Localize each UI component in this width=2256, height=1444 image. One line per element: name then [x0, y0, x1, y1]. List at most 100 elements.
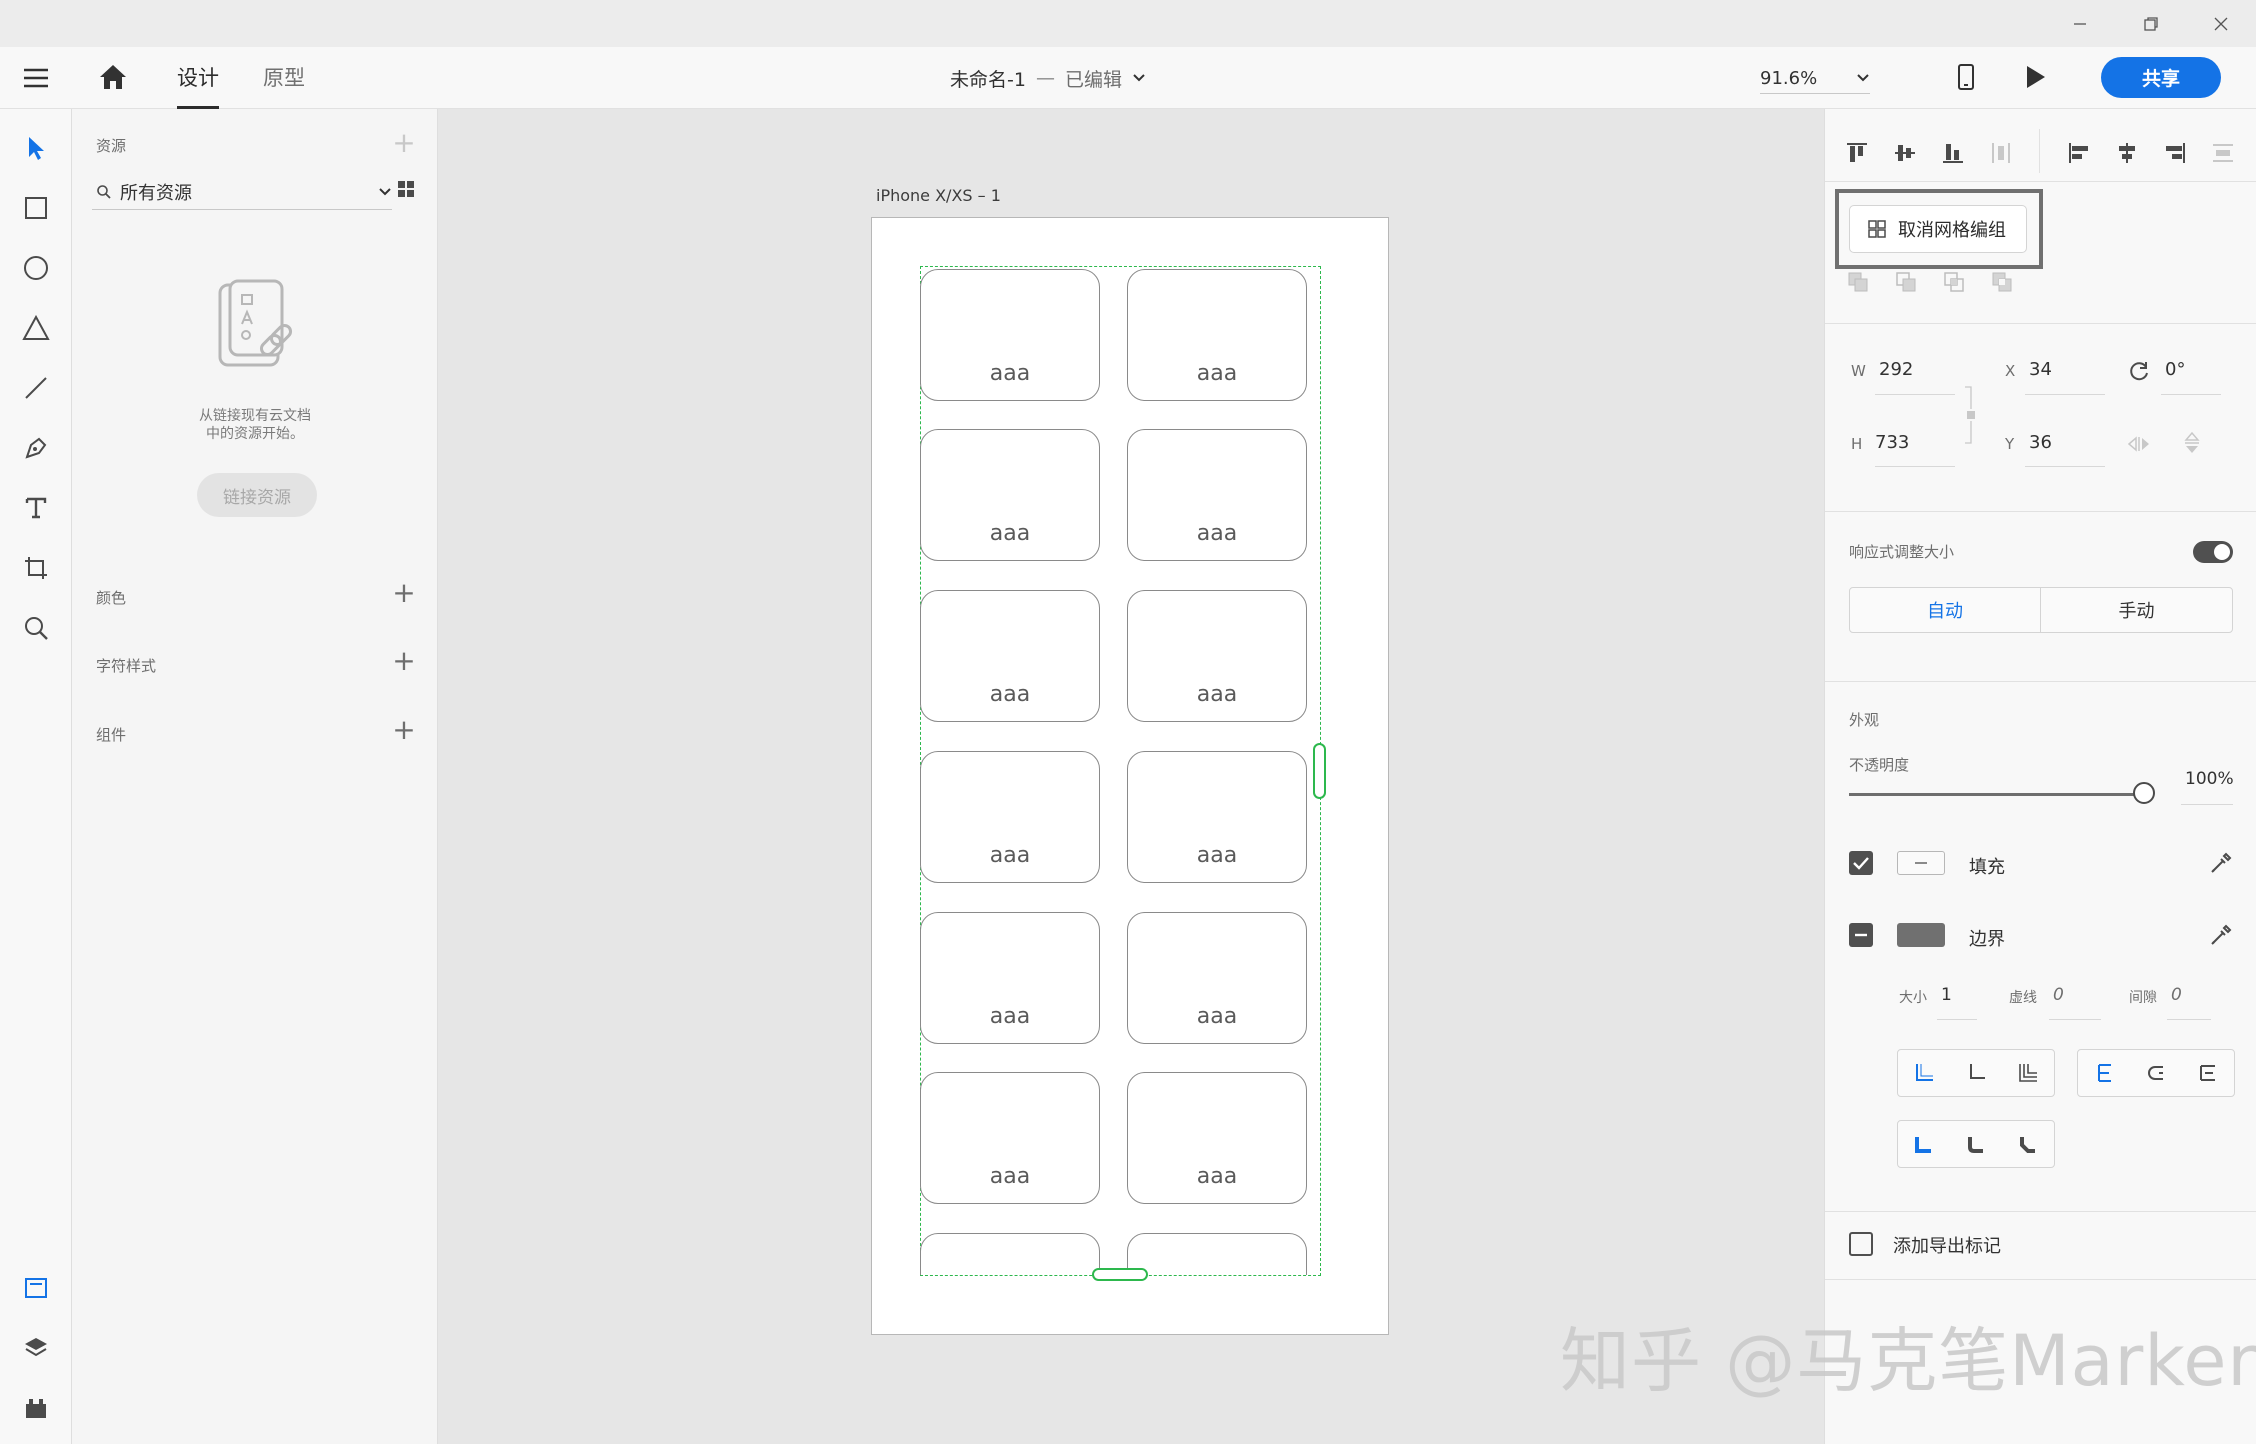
- grid-card[interactable]: aaa: [1127, 269, 1307, 401]
- grid-card[interactable]: aaa: [920, 429, 1100, 561]
- grid-card[interactable]: aaa: [920, 269, 1100, 401]
- opacity-slider[interactable]: [1849, 782, 2155, 804]
- width-field[interactable]: 292: [1879, 359, 1913, 380]
- polygon-tool[interactable]: [12, 304, 60, 352]
- rectangle-tool[interactable]: [12, 184, 60, 232]
- exclude-shape-icon[interactable]: [1991, 271, 2013, 293]
- height-field[interactable]: 733: [1875, 432, 1909, 453]
- flip-vertical-button[interactable]: [2183, 431, 2201, 455]
- grid-card[interactable]: aaa: [1127, 751, 1307, 883]
- stroke-inside-button[interactable]: [2078, 1050, 2130, 1096]
- ellipse-tool[interactable]: [12, 244, 60, 292]
- plugins-panel-button[interactable]: [12, 1384, 60, 1432]
- add-asset-button[interactable]: +: [390, 129, 418, 157]
- menu-button[interactable]: [22, 66, 50, 90]
- stroke-center-button[interactable]: [2130, 1050, 2182, 1096]
- document-title-area[interactable]: 未命名-1 — 已编辑: [950, 47, 1146, 109]
- join-miter-button[interactable]: [1898, 1121, 1950, 1167]
- add-character-style-button[interactable]: +: [390, 647, 418, 675]
- lock-aspect-button[interactable]: [1963, 385, 1979, 445]
- border-eyedropper-button[interactable]: [2209, 923, 2233, 947]
- pen-tool[interactable]: [12, 424, 60, 472]
- tab-prototype[interactable]: 原型: [263, 47, 305, 109]
- device-preview-button[interactable]: [1956, 63, 1976, 91]
- assets-search-select[interactable]: 所有资源: [92, 175, 392, 210]
- join-bevel-button[interactable]: [2002, 1121, 2054, 1167]
- join-round-button[interactable]: [1950, 1121, 2002, 1167]
- intersect-shape-icon[interactable]: [1943, 271, 1965, 293]
- layers-panel-button[interactable]: [12, 1324, 60, 1372]
- cap-round-button[interactable]: [1950, 1050, 2002, 1096]
- artboard-name[interactable]: iPhone X/XS – 1: [876, 186, 1001, 205]
- play-preview-button[interactable]: [2025, 64, 2047, 90]
- grid-card[interactable]: aaa: [1127, 429, 1307, 561]
- add-component-button[interactable]: +: [390, 716, 418, 744]
- tab-design[interactable]: 设计: [177, 47, 219, 109]
- fill-checkbox[interactable]: [1849, 851, 1873, 875]
- grid-card[interactable]: aaa: [920, 1072, 1100, 1204]
- minimize-button[interactable]: [2047, 0, 2113, 47]
- grid-card[interactable]: aaa: [920, 751, 1100, 883]
- select-tool[interactable]: [12, 124, 60, 172]
- grid-card[interactable]: aaa: [920, 590, 1100, 722]
- grid-card-clipped[interactable]: [1127, 1233, 1307, 1275]
- repeat-grid-right-handle[interactable]: [1313, 743, 1326, 799]
- align-top-button[interactable]: [1839, 129, 1875, 177]
- add-shape-icon[interactable]: [1847, 271, 1869, 293]
- search-icon: [97, 185, 111, 199]
- checkmark-icon: [1853, 857, 1869, 870]
- text-tool[interactable]: [12, 484, 60, 532]
- align-right-button[interactable]: [2157, 129, 2193, 177]
- assets-panel-button[interactable]: [12, 1264, 60, 1312]
- opacity-value[interactable]: 100%: [2185, 769, 2234, 789]
- app-toolbar: 设计 原型 未命名-1 — 已编辑 91.6% 共享: [0, 47, 2256, 109]
- card-label: aaa: [1196, 843, 1238, 868]
- grid-card[interactable]: aaa: [1127, 590, 1307, 722]
- resize-auto-button[interactable]: 自动: [1849, 587, 2041, 633]
- grid-card[interactable]: aaa: [1127, 1072, 1307, 1204]
- grid-view-button[interactable]: [397, 180, 415, 198]
- y-field[interactable]: 36: [2029, 432, 2052, 453]
- grid-card[interactable]: aaa: [920, 912, 1100, 1044]
- distribute-vertical-button[interactable]: [1983, 129, 2019, 177]
- fill-swatch[interactable]: [1897, 851, 1945, 875]
- repeat-grid-bottom-handle[interactable]: [1092, 1268, 1148, 1281]
- responsive-resize-toggle[interactable]: [2193, 541, 2233, 563]
- chevron-down-icon: [1857, 74, 1869, 82]
- cap-butt-button[interactable]: [1898, 1050, 1950, 1096]
- link-assets-button[interactable]: 链接资源: [197, 473, 317, 517]
- align-bottom-button[interactable]: [1935, 129, 1971, 177]
- zoom-select[interactable]: 91.6%: [1760, 63, 1870, 93]
- gap-field[interactable]: 0: [2171, 985, 2182, 1005]
- distribute-horizontal-button[interactable]: [2205, 129, 2241, 177]
- border-checkbox[interactable]: [1849, 923, 1873, 947]
- restore-button[interactable]: [2118, 0, 2184, 47]
- add-color-button[interactable]: +: [390, 579, 418, 607]
- border-swatch[interactable]: [1897, 923, 1945, 947]
- export-checkbox[interactable]: [1849, 1232, 1873, 1256]
- divider: [1825, 181, 2256, 182]
- grid-card[interactable]: aaa: [1127, 912, 1307, 1044]
- share-button[interactable]: 共享: [2101, 57, 2221, 98]
- align-center-button[interactable]: [2109, 129, 2145, 177]
- close-button[interactable]: [2188, 0, 2254, 47]
- zoom-tool[interactable]: [12, 604, 60, 652]
- opacity-slider-thumb[interactable]: [2133, 782, 2155, 804]
- cap-square-button[interactable]: [2002, 1050, 2054, 1096]
- resize-manual-button[interactable]: 手动: [2040, 587, 2233, 633]
- x-field[interactable]: 34: [2029, 359, 2052, 380]
- fill-eyedropper-button[interactable]: [2209, 851, 2233, 875]
- subtract-shape-icon[interactable]: [1895, 271, 1917, 293]
- artboard-tool[interactable]: [12, 544, 60, 592]
- rotation-field[interactable]: 0°: [2165, 359, 2185, 380]
- ungroup-grid-button[interactable]: 取消网格编组: [1849, 205, 2027, 253]
- align-left-button[interactable]: [2061, 129, 2097, 177]
- grid-card-clipped[interactable]: [920, 1233, 1100, 1275]
- home-button[interactable]: [98, 63, 128, 91]
- flip-horizontal-button[interactable]: [2127, 435, 2151, 453]
- dash-field[interactable]: 0: [2053, 985, 2064, 1005]
- stroke-outside-button[interactable]: [2182, 1050, 2234, 1096]
- border-size-field[interactable]: 1: [1941, 985, 1952, 1005]
- align-middle-button[interactable]: [1887, 129, 1923, 177]
- line-tool[interactable]: [12, 364, 60, 412]
